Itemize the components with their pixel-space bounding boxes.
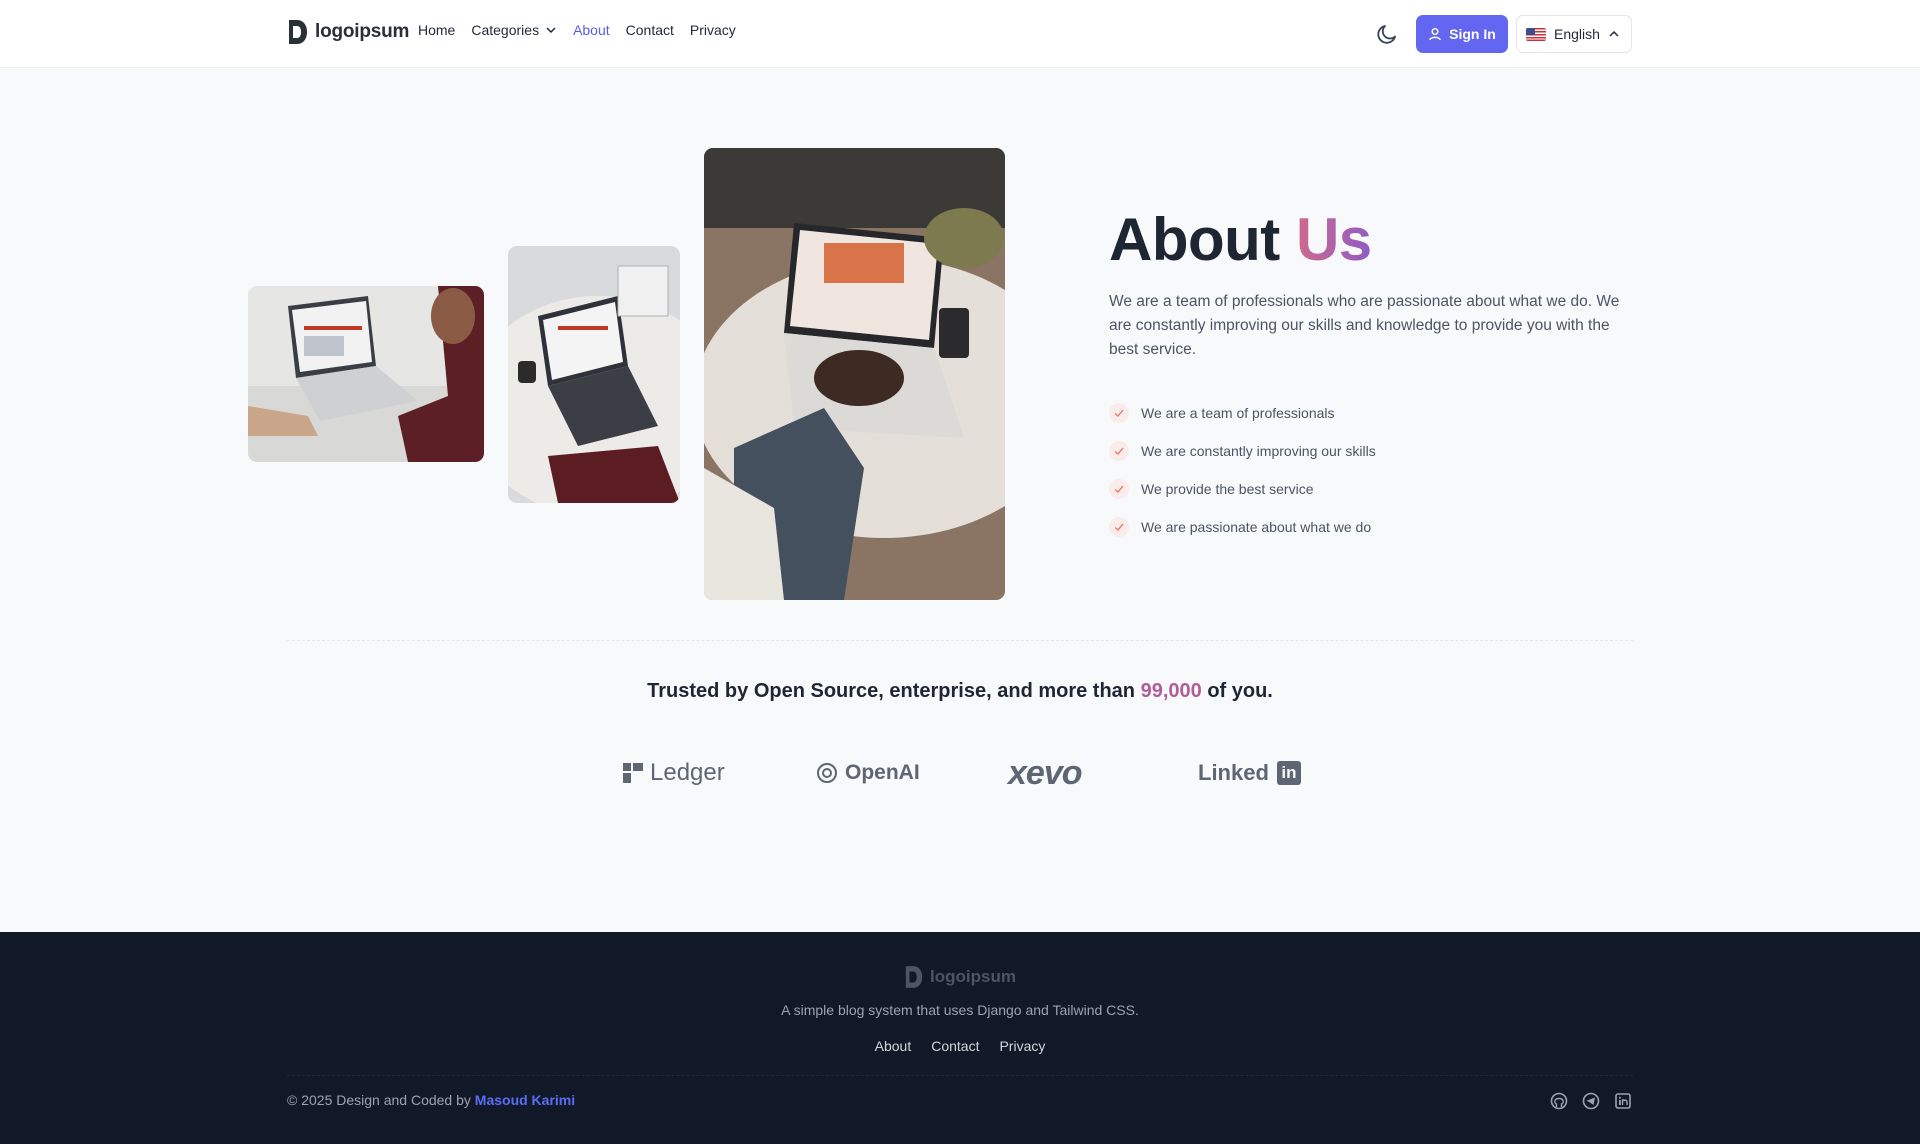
logo-text: logoipsum: [315, 21, 410, 42]
author-link[interactable]: Masoud Karimi: [475, 1092, 575, 1108]
section-divider: [287, 640, 1633, 641]
main-nav: Home Categories About Contact Privacy: [418, 22, 736, 38]
xevo-text: xevo: [1008, 753, 1082, 792]
about-title: About Us: [1109, 204, 1372, 276]
nav-privacy[interactable]: Privacy: [690, 22, 736, 38]
social-links: [1550, 1092, 1632, 1110]
ledger-text: Ledger: [650, 759, 725, 786]
check-icon: [1109, 441, 1129, 461]
nav-about[interactable]: About: [573, 22, 610, 38]
feature-text: We are constantly improving our skills: [1141, 443, 1376, 459]
feature-item: We are passionate about what we do: [1109, 508, 1376, 546]
sign-in-label: Sign In: [1449, 26, 1496, 42]
moon-icon[interactable]: [1375, 22, 1399, 46]
chevron-down-icon: [546, 27, 556, 34]
trusted-suffix: of you.: [1207, 680, 1273, 702]
footer-link-about[interactable]: About: [875, 1038, 912, 1054]
sign-in-button[interactable]: Sign In: [1416, 15, 1508, 53]
logo-mark-icon: [289, 20, 307, 44]
about-description: We are a team of professionals who are p…: [1109, 293, 1620, 358]
telegram-icon[interactable]: [1582, 1092, 1600, 1110]
about-image-laptop-desk: [248, 286, 484, 462]
linkedin-text: Linked: [1198, 760, 1269, 785]
footer-link-contact[interactable]: Contact: [931, 1038, 979, 1054]
feature-text: We are a team of professionals: [1141, 405, 1335, 421]
feature-item: We provide the best service: [1109, 470, 1376, 508]
language-selector[interactable]: English: [1516, 15, 1632, 53]
site-logo[interactable]: logoipsum: [287, 18, 409, 46]
github-icon[interactable]: [1550, 1092, 1568, 1110]
chevron-up-icon: [1609, 30, 1619, 37]
footer-logo-text: logoipsum: [930, 967, 1016, 986]
partner-ledger: Ledger: [622, 748, 725, 798]
feature-item: We are constantly improving our skills: [1109, 432, 1376, 470]
linkedin-box: in: [1276, 761, 1301, 785]
trusted-prefix: Trusted by Open Source, enterprise, and …: [647, 680, 1136, 702]
feature-item: We are a team of professionals: [1109, 394, 1376, 432]
us-flag-icon: [1526, 27, 1546, 41]
partner-logos: Ledger OpenAI xevo Linked in: [0, 748, 1920, 798]
nav-categories-label: Categories: [471, 22, 540, 38]
linkedin-icon[interactable]: [1614, 1092, 1632, 1110]
check-icon: [1109, 517, 1129, 537]
about-image-laptop-table: [508, 246, 680, 503]
feature-list: We are a team of professionals We are co…: [1109, 394, 1376, 546]
about-image-positive-space: [704, 148, 1005, 600]
footer-links: About Contact Privacy: [0, 1038, 1920, 1054]
openai-icon: [817, 763, 837, 783]
footer-link-privacy[interactable]: Privacy: [999, 1038, 1045, 1054]
about-title-accent: Us: [1295, 206, 1372, 273]
site-header: logoipsum Home Categories About Contact …: [0, 0, 1920, 68]
language-label: English: [1554, 26, 1600, 42]
trusted-heading: Trusted by Open Source, enterprise, and …: [0, 680, 1920, 703]
partner-openai: OpenAI: [815, 748, 920, 798]
footer-logo[interactable]: logoipsum: [0, 964, 1920, 990]
feature-text: We are passionate about what we do: [1141, 519, 1372, 535]
ledger-icon: [623, 763, 643, 783]
about-title-main: About: [1109, 206, 1280, 273]
check-icon: [1109, 403, 1129, 423]
footer-divider: [287, 1075, 1633, 1076]
nav-contact[interactable]: Contact: [626, 22, 674, 38]
copyright-text: © 2025 Design and Coded by: [287, 1092, 471, 1108]
trusted-number: 99,000: [1140, 680, 1202, 702]
nav-home[interactable]: Home: [418, 22, 455, 38]
footer-tagline: A simple blog system that uses Django an…: [781, 1002, 1139, 1018]
copyright: © 2025 Design and Coded by Masoud Karimi: [287, 1092, 575, 1108]
partner-xevo: xevo: [1008, 748, 1082, 798]
site-footer: logoipsum A simple blog system that uses…: [0, 932, 1920, 1144]
partner-linkedin: Linked in: [1198, 748, 1301, 798]
openai-text: OpenAI: [845, 761, 920, 784]
nav-categories[interactable]: Categories: [471, 22, 557, 38]
check-icon: [1109, 479, 1129, 499]
feature-text: We provide the best service: [1141, 481, 1314, 497]
user-icon: [1429, 28, 1442, 41]
logo-mark-icon: [905, 966, 923, 988]
